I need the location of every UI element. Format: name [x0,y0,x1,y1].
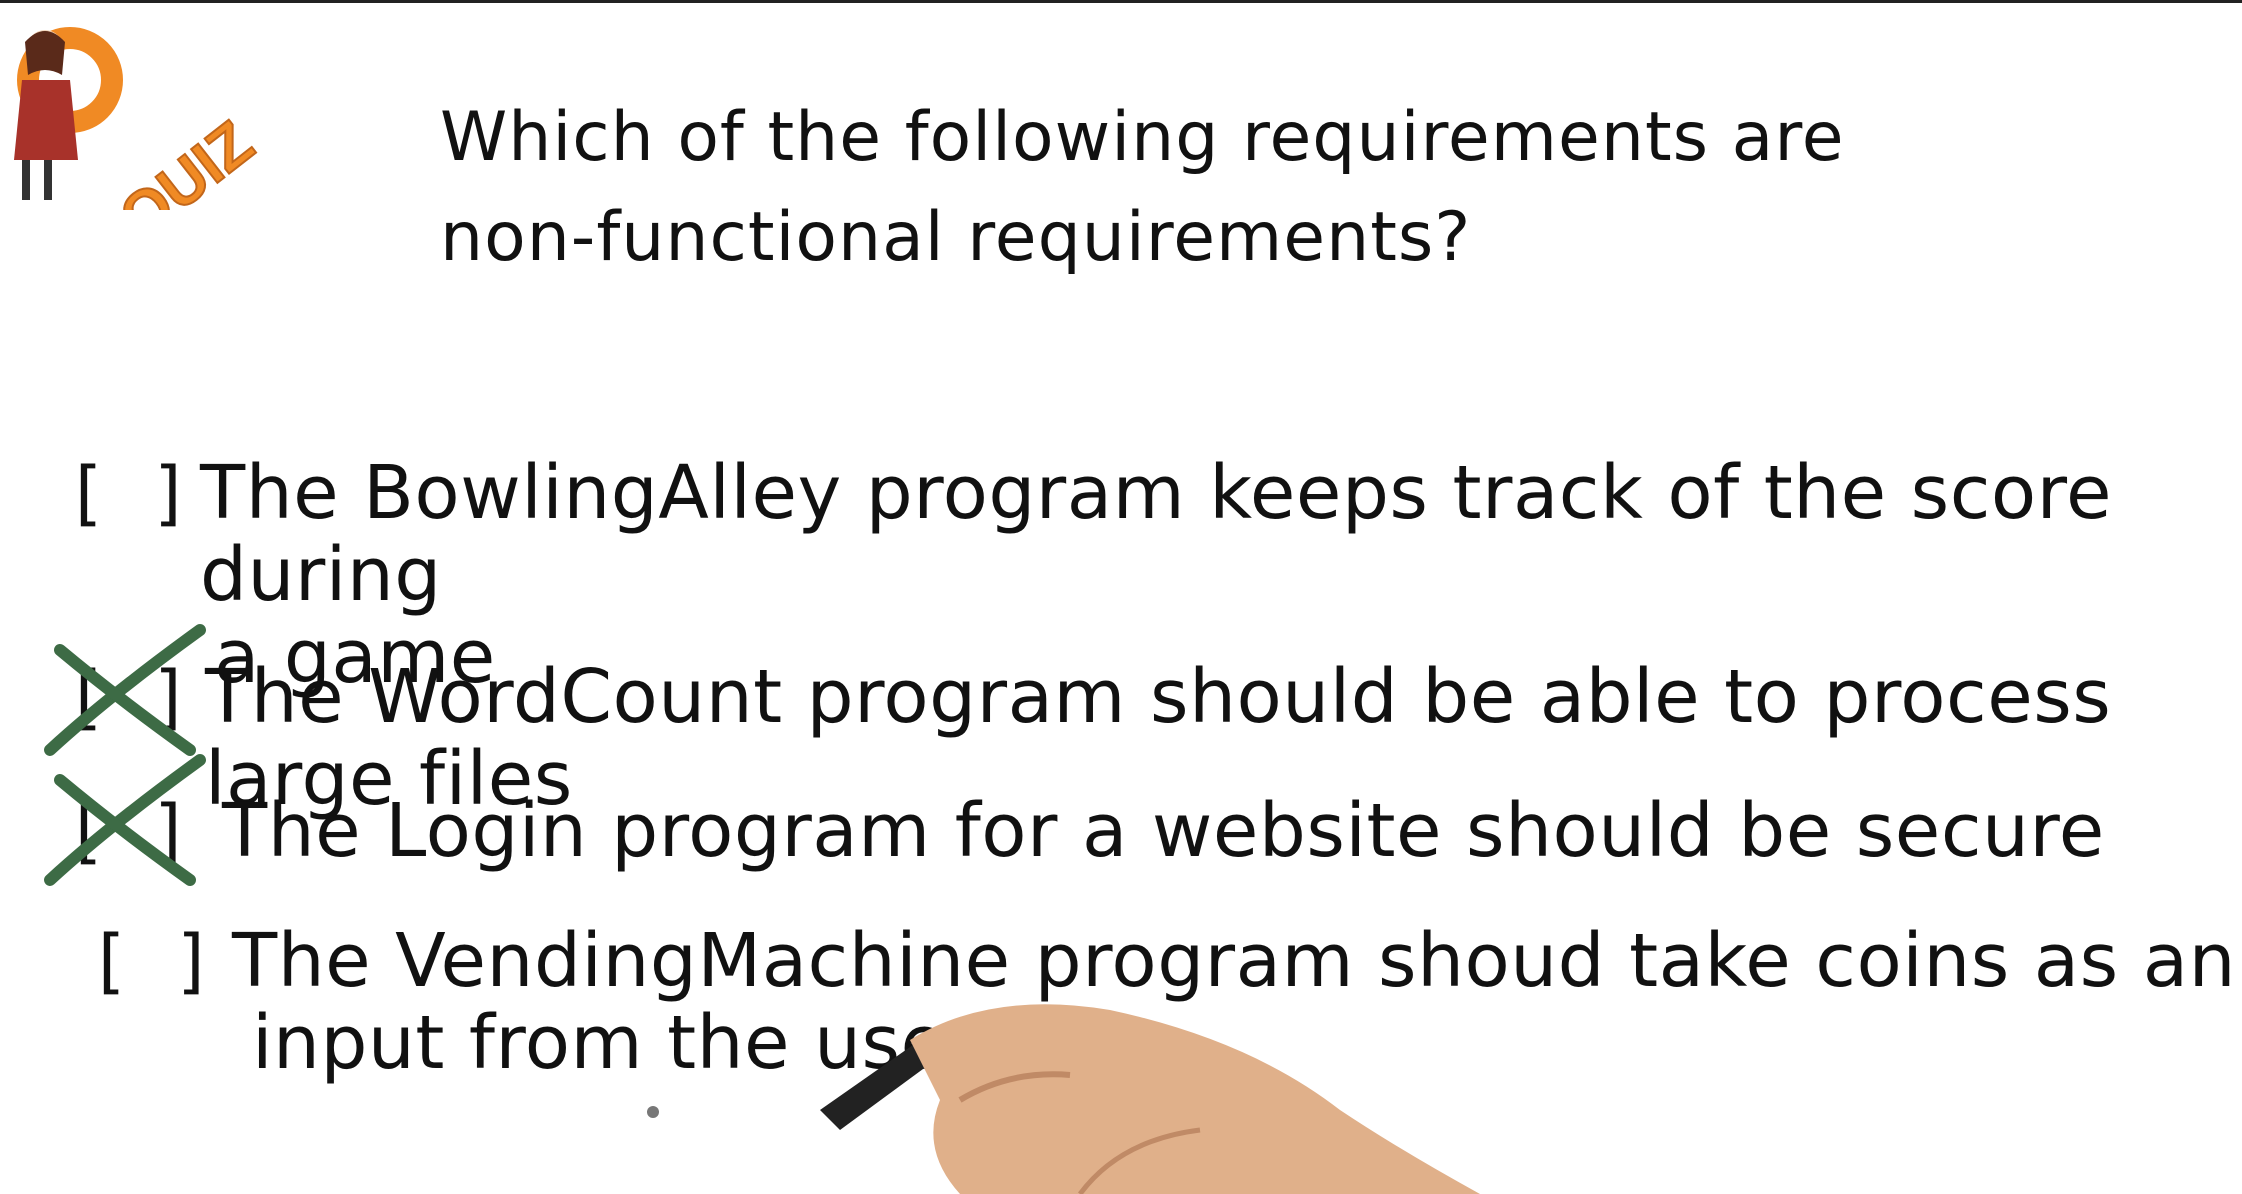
quiz-question: Which of the following requirements are … [440,88,1940,288]
question-line-2: non-functional requirements? [440,198,1472,277]
check-mark-icon [44,754,206,886]
top-border [0,0,2242,3]
option-3-line-1: The Login program for a website should b… [222,788,2105,874]
option-1-line-1: The BowlingAlley program keeps track of … [200,450,2113,618]
option-3: The Login program for a website should b… [222,790,2105,872]
check-mark-icon [44,624,206,756]
checkbox-option-1[interactable]: [ ] [65,452,191,534]
quiz-logo: QUIZ [0,20,300,255]
question-line-1: Which of the following requirements are [440,98,1845,177]
checkbox-option-4[interactable]: [ ] [88,920,214,1002]
quiz-mascot-icon: QUIZ [14,27,267,255]
hand-with-pen-icon [820,1004,1480,1194]
pen-dot [647,1106,659,1118]
svg-text:QUIZ: QUIZ [107,108,266,210]
